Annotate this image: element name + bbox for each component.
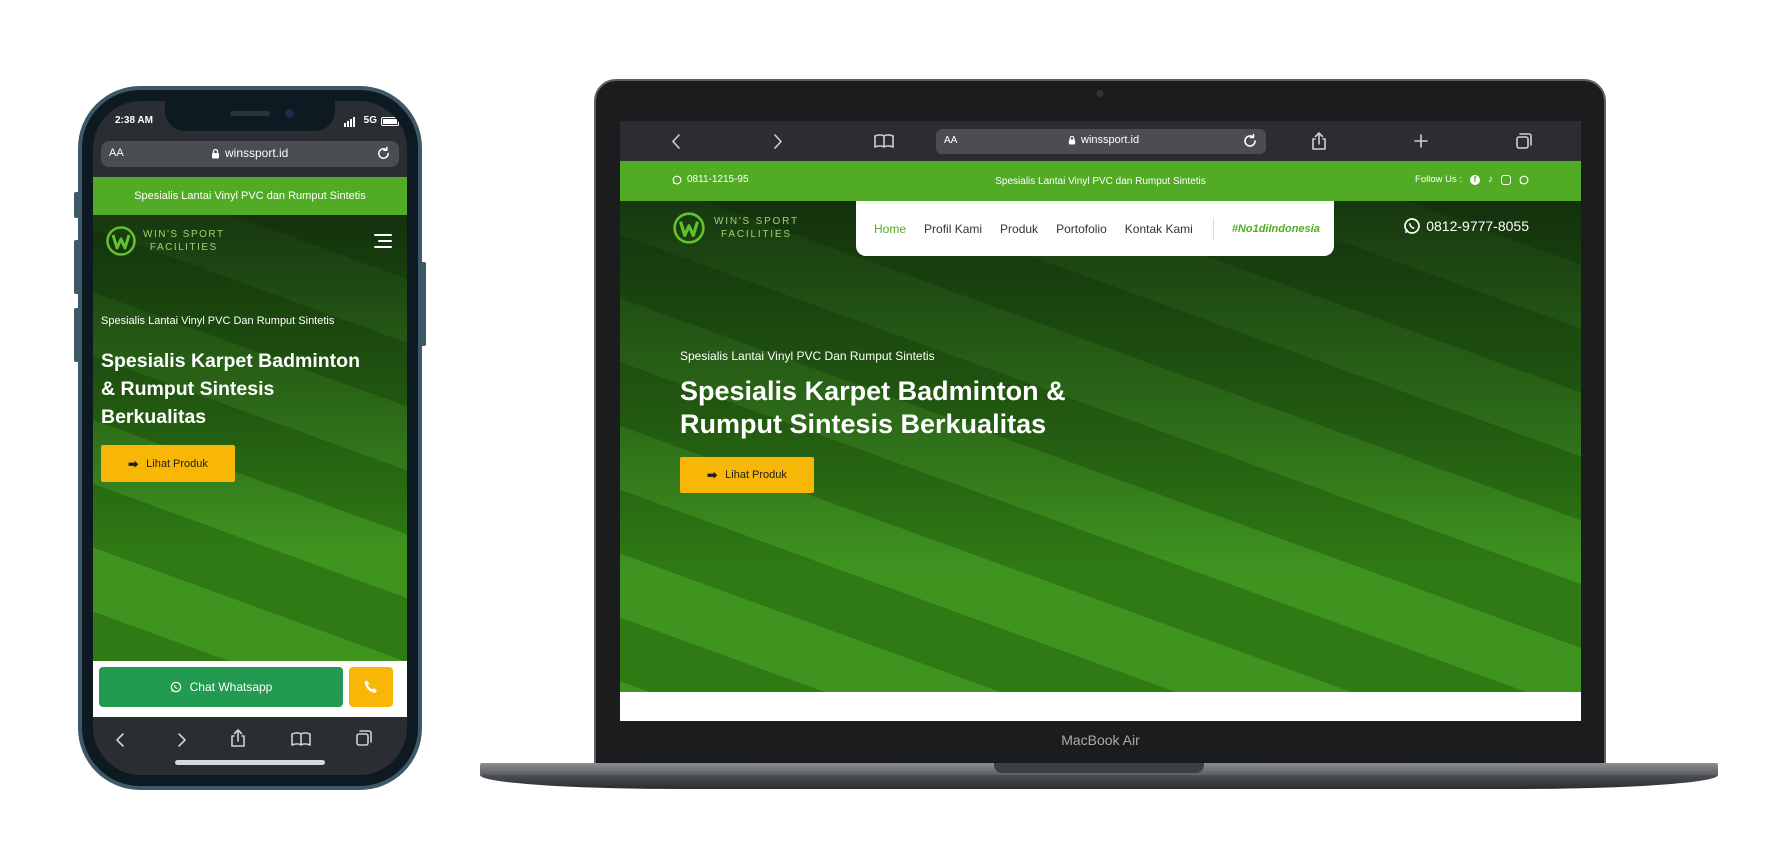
facebook-icon[interactable]: f [1470,174,1480,185]
tabs-icon[interactable] [355,729,373,747]
bookmarks-icon[interactable] [290,731,312,747]
phone-bottom-bar: Chat Whatsapp [93,661,407,717]
phone-call-icon [364,680,377,693]
tiktok-icon[interactable]: ♪ [1488,174,1493,185]
phone-topbar: Spesialis Lantai Vinyl PVC dan Rumput Si… [93,177,407,215]
phone-call-button[interactable] [349,667,393,707]
phone-address-bar[interactable]: AA winssport.id [101,141,399,167]
macbook-label: MacBook Air [1061,732,1140,748]
laptop-url-text: winssport.id [1081,134,1140,146]
header-phone-number: 0812-9777-8055 [1426,218,1529,234]
whatsapp-icon [672,175,682,184]
laptop-address-bar[interactable]: AA winssport.id [936,129,1266,154]
battery-icon [381,117,399,126]
forward-icon[interactable] [770,133,784,150]
arrow-right-icon: ➡ [128,456,139,471]
laptop-hinge-notch [994,763,1204,773]
chat-whatsapp-button[interactable]: Chat Whatsapp [99,667,343,707]
tabs-icon[interactable] [1515,132,1533,150]
phone-url-text: winssport.id [225,146,289,160]
laptop-topbar-text: Spesialis Lantai Vinyl PVC dan Rumput Si… [995,175,1206,187]
laptop-lihat-produk-button[interactable]: ➡ Lihat Produk [680,457,814,493]
phone-hero-subtitle: Spesialis Lantai Vinyl PVC Dan Rumput Si… [101,315,335,327]
nav-hashtag[interactable]: #No1diIndonesia [1232,223,1320,235]
instagram-icon[interactable] [1501,174,1511,185]
share-icon[interactable] [1310,131,1328,151]
bookmarks-icon[interactable] [873,133,895,149]
laptop-logo[interactable]: WIN'S SPORT FACILITIES [672,211,799,245]
logo-w-icon [673,212,705,244]
phone-device: 2:38 AM 5G AA winssport.id Spesialis Lan… [78,86,422,790]
logo-line2: FACILITIES [721,229,792,240]
chat-whatsapp-label: Chat Whatsapp [189,680,273,694]
laptop-base-bottom [480,775,1718,789]
laptop-website: 0811-1215-95 Spesialis Lantai Vinyl PVC … [620,161,1581,692]
main-nav: Home Profil Kami Produk Portofolio Konta… [856,201,1334,256]
nav-portofolio[interactable]: Portofolio [1056,222,1107,236]
network-label: 5G [363,115,377,126]
phone-topbar-text: Spesialis Lantai Vinyl PVC dan Rumput Si… [134,190,366,202]
nav-profil-kami[interactable]: Profil Kami [924,222,982,236]
nav-home[interactable]: Home [874,222,906,236]
follow-us-label: Follow Us : [1415,174,1462,185]
laptop-hero: WIN'S SPORT FACILITIES Home Profil Kami … [620,201,1581,692]
laptop-page-below-fold [620,692,1581,721]
home-indicator [175,760,325,765]
text-size-button[interactable]: AA [944,135,957,146]
lock-icon [1068,135,1076,145]
hero-title-line1: Spesialis Karpet Badminton & [680,376,1066,406]
new-tab-icon[interactable] [1413,133,1429,149]
front-camera [285,109,294,118]
forward-icon[interactable] [173,731,189,749]
back-icon[interactable] [670,133,684,150]
logo-line1: WIN'S SPORT [143,229,225,240]
phone-website: Spesialis Lantai Vinyl PVC dan Rumput Si… [93,177,407,661]
arrow-right-icon: ➡ [707,468,718,482]
phone-notch [165,101,335,131]
logo-line1: WIN'S SPORT [714,216,799,227]
reload-icon[interactable] [1242,133,1258,149]
nav-produk[interactable]: Produk [1000,222,1038,236]
status-time: 2:38 AM [115,115,153,126]
laptop-cta-label: Lihat Produk [725,469,787,481]
whatsapp-icon [1404,218,1421,234]
laptop-bezel-bottom: MacBook Air [620,722,1581,767]
nav-divider [1212,217,1214,240]
laptop-screen: AA winssport.id 0811-1215-95 Spesialis L… [620,121,1581,721]
laptop-topbar: 0811-1215-95 Spesialis Lantai Vinyl PVC … [620,161,1581,201]
back-icon[interactable] [113,731,129,749]
phone-logo[interactable]: WIN'S SPORT FACILITIES [105,225,225,257]
signal-icon [344,115,355,127]
text-size-button[interactable]: AA [109,147,124,159]
phone-lihat-produk-button[interactable]: ➡ Lihat Produk [101,445,235,482]
share-icon[interactable] [229,728,247,748]
hero-title-line2: Rumput Sintesis Berkualitas [680,409,1047,439]
logo-w-icon [106,226,136,256]
phone-hero: WIN'S SPORT FACILITIES Spesialis Lantai … [93,215,407,661]
phone-screen: 2:38 AM 5G AA winssport.id Spesialis Lan… [93,101,407,775]
reload-icon[interactable] [376,146,391,161]
topbar-phone[interactable]: 0811-1215-95 [687,174,749,185]
whatsapp-icon[interactable] [1519,175,1529,185]
laptop-camera [1096,90,1104,97]
logo-line2: FACILITIES [149,242,218,253]
hamburger-menu-icon[interactable] [373,233,393,249]
phone-hero-title: Spesialis Karpet Badminton & Rumput Sint… [101,350,360,428]
laptop-hero-subtitle: Spesialis Lantai Vinyl PVC Dan Rumput Si… [680,349,935,363]
whatsapp-icon [170,681,181,693]
nav-kontak-kami[interactable]: Kontak Kami [1125,222,1193,236]
laptop-hero-title: Spesialis Karpet Badminton & Rumput Sint… [680,375,1066,441]
laptop-device: AA winssport.id 0811-1215-95 Spesialis L… [594,79,1606,767]
phone-browser-toolbar [93,717,407,775]
lock-icon [212,148,219,158]
header-phone[interactable]: 0812-9777-8055 [1403,217,1529,235]
laptop-browser-toolbar: AA winssport.id [620,121,1581,161]
phone-cta-label: Lihat Produk [146,457,208,470]
